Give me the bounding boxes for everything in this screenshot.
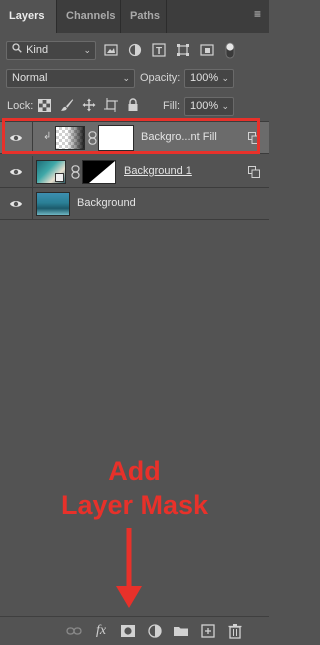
panel-tab-bar: Layers Channels Paths ≡ xyxy=(0,0,269,33)
blend-mode-value: Normal xyxy=(12,72,48,84)
filter-kind-label: Kind xyxy=(26,44,49,56)
lock-artboard-icon[interactable] xyxy=(104,98,118,115)
lock-row: Lock: Fill: 100% ⌄ xyxy=(0,97,269,117)
layer-mask-thumbnail[interactable] xyxy=(82,160,116,184)
blend-mode-dropdown[interactable]: Normal ⌄ xyxy=(6,69,135,88)
new-layer-icon[interactable] xyxy=(200,623,216,639)
tab-layers[interactable]: Layers xyxy=(0,0,57,33)
type-filter-icon[interactable]: T xyxy=(152,43,166,60)
add-layer-mask-icon[interactable] xyxy=(120,623,136,639)
new-group-folder-icon[interactable] xyxy=(173,623,189,639)
divider xyxy=(32,188,33,220)
layer-style-fx-icon[interactable]: fx xyxy=(93,623,109,639)
lock-all-icon[interactable] xyxy=(127,98,139,115)
delete-layer-trash-icon[interactable] xyxy=(227,623,243,639)
layer-thumbnail[interactable] xyxy=(36,160,66,184)
layer-name[interactable]: Background 1 xyxy=(124,165,192,177)
chevron-down-icon: ⌄ xyxy=(221,73,229,83)
chevron-down-icon: ⌄ xyxy=(122,73,130,83)
divider xyxy=(32,156,33,188)
highlight-box xyxy=(2,118,260,154)
layer-row-background-1[interactable]: Background 1 xyxy=(0,156,269,188)
filter-kind-dropdown[interactable]: Kind ⌄ xyxy=(6,41,96,60)
search-icon xyxy=(12,42,23,59)
layers-panel: Layers Channels Paths ≡ Kind ⌄ T Normal … xyxy=(0,0,269,645)
fill-input[interactable]: 100% ⌄ xyxy=(184,97,234,116)
lock-label: Lock: xyxy=(7,100,34,112)
link-layers-icon[interactable] xyxy=(66,623,82,639)
annotation-arrow-icon xyxy=(116,528,142,608)
fill-label: Fill: xyxy=(163,100,181,112)
smart-object-filter-icon[interactable] xyxy=(200,43,214,60)
adjustment-layer-icon[interactable] xyxy=(147,623,163,639)
visibility-eye-icon[interactable] xyxy=(9,197,23,211)
blend-row: Normal ⌄ Opacity: 100% ⌄ xyxy=(0,69,269,89)
smart-object-badge-icon xyxy=(55,173,64,182)
chevron-down-icon: ⌄ xyxy=(221,101,229,111)
tab-channels[interactable]: Channels xyxy=(57,0,121,33)
annotation-line-2: Layer Mask xyxy=(60,490,209,520)
tab-paths[interactable]: Paths xyxy=(121,0,167,33)
lock-position-icon[interactable] xyxy=(82,98,96,115)
lock-image-pixels-icon[interactable] xyxy=(60,98,74,115)
layer-thumbnail[interactable] xyxy=(36,192,70,216)
layer-row-background[interactable]: Background xyxy=(0,188,269,220)
fill-value: 100% xyxy=(190,100,219,112)
mask-link-icon[interactable] xyxy=(71,165,80,182)
lock-transparent-pixels-icon[interactable] xyxy=(38,99,51,115)
opacity-label: Opacity: xyxy=(140,72,181,84)
filter-toggle-switch[interactable] xyxy=(224,40,236,63)
visibility-eye-icon[interactable] xyxy=(9,165,23,179)
adjustment-filter-icon[interactable] xyxy=(128,43,142,60)
panel-menu-icon[interactable]: ≡ xyxy=(254,8,261,20)
filter-row: Kind ⌄ T xyxy=(0,41,269,61)
layer-name[interactable]: Background xyxy=(77,197,136,209)
opacity-input[interactable]: 100% ⌄ xyxy=(184,69,234,88)
pixel-filter-icon[interactable] xyxy=(104,43,118,60)
svg-text:T: T xyxy=(156,46,162,57)
smart-object-icon xyxy=(248,166,260,178)
opacity-value: 100% xyxy=(190,72,219,84)
annotation-line-1: Add xyxy=(108,456,161,486)
chevron-down-icon: ⌄ xyxy=(83,45,91,55)
shape-filter-icon[interactable] xyxy=(176,43,190,60)
layers-bottom-toolbar: fx xyxy=(0,616,269,645)
